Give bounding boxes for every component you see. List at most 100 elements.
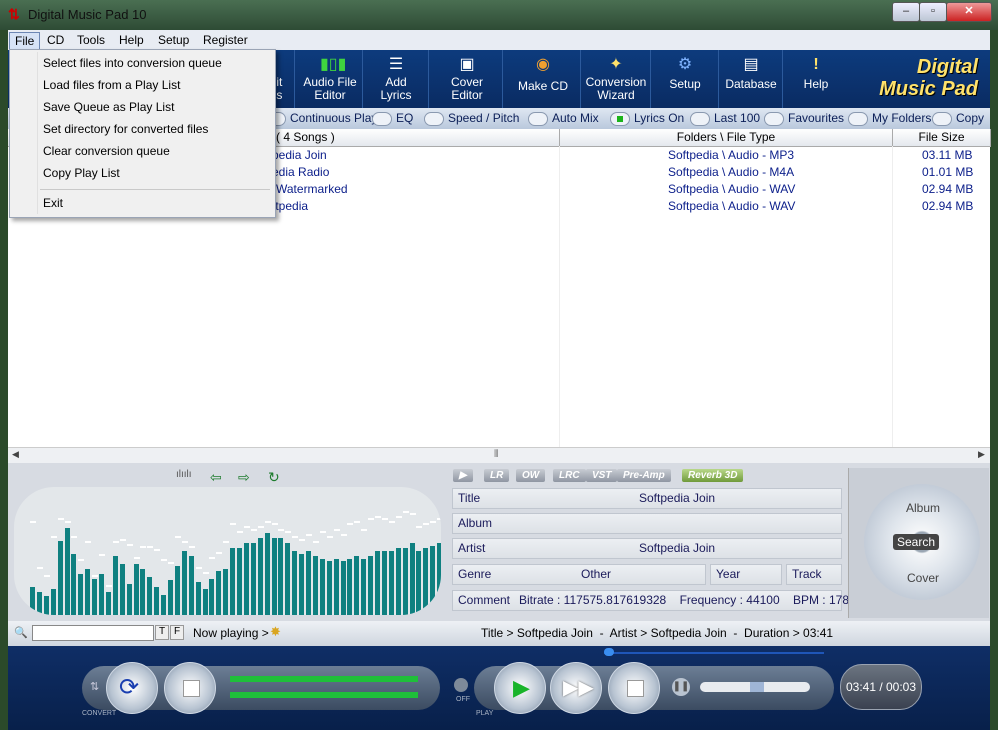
header-folders[interactable]: Folders \ File Type (560, 129, 893, 147)
option-my-folders[interactable]: My Folders (848, 111, 931, 126)
setup-button[interactable]: ⚙ Setup (652, 50, 719, 108)
scroll-right-icon[interactable]: ▶ (978, 449, 985, 460)
cd-search-button[interactable]: Search (893, 534, 940, 550)
option-auto-mix[interactable]: Auto Mix (528, 111, 599, 126)
scroll-thumb-icon[interactable]: ⦀ (494, 449, 498, 460)
volume-thumb-icon[interactable] (750, 682, 764, 692)
option-favourites[interactable]: Favourites (764, 111, 844, 126)
next-button[interactable]: ▶▶ (550, 662, 602, 714)
menu-file[interactable]: File (9, 32, 41, 50)
lr-button[interactable]: LR (484, 469, 510, 482)
convert-button[interactable]: ⟳ (106, 662, 158, 714)
menu-item-set-directory[interactable]: Set directory for converted files (43, 122, 208, 136)
menu-item-clear-queue[interactable]: Clear conversion queue (43, 144, 170, 158)
spectrum-peak (36, 567, 43, 569)
now-playing-label: Now playing > (193, 626, 269, 640)
play-label: PLAY (476, 710, 494, 717)
database-button[interactable]: ▤ Database (720, 50, 783, 108)
lrc-button[interactable]: LRC (553, 469, 586, 482)
star-icon[interactable]: ✸ (270, 624, 281, 640)
menu-item-exit[interactable]: Exit (43, 196, 63, 210)
arrow-right-icon[interactable]: ⇨ (238, 469, 250, 486)
arrow-left-icon[interactable]: ⇦ (210, 469, 222, 486)
spectrum-bar (78, 574, 84, 615)
ow-button[interactable]: OW (516, 469, 546, 482)
option-lyrics-on[interactable]: Lyrics On (610, 111, 684, 126)
spectrum-bar (278, 538, 284, 615)
spectrum-bar (126, 584, 132, 615)
track-field[interactable]: Track (786, 564, 842, 585)
option-copy[interactable]: Copy (932, 111, 984, 126)
spectrum-bar (154, 587, 160, 615)
volume-slider[interactable] (700, 682, 810, 692)
menu-item-select-files[interactable]: Select files into conversion queue (43, 56, 222, 70)
seek-thumb-icon[interactable] (604, 648, 614, 656)
option-continuous-play[interactable]: Continuous Play (266, 111, 377, 126)
horizontal-scrollbar[interactable]: ◀ ⦀ ▶ (8, 447, 990, 464)
genre-field[interactable]: Genre Other (452, 564, 706, 585)
spectrum-peak (147, 546, 154, 548)
play-small-button[interactable]: ▶ (453, 469, 473, 482)
menu-register[interactable]: Register (198, 32, 253, 48)
menu-item-save-queue[interactable]: Save Queue as Play List (43, 100, 174, 114)
scroll-left-icon[interactable]: ◀ (12, 449, 19, 460)
help-button[interactable]: ! Help (784, 50, 848, 108)
seek-bar[interactable] (604, 652, 824, 654)
year-field[interactable]: Year (710, 564, 782, 585)
pause-icon[interactable]: ❚❚ (672, 678, 690, 696)
option-speed-pitch[interactable]: Speed / Pitch (424, 111, 519, 126)
menu-setup[interactable]: Setup (153, 32, 194, 48)
cd-album-label[interactable]: Album (906, 501, 940, 515)
spectrum-peak (140, 546, 147, 548)
stop-icon (627, 680, 644, 697)
stop-button[interactable] (608, 662, 660, 714)
spectrum-peak (181, 541, 188, 543)
t-button[interactable]: T (155, 625, 169, 640)
sort-icon[interactable]: ⇅ (90, 680, 99, 693)
spectrum-bar (112, 556, 118, 615)
menu-help[interactable]: Help (114, 32, 149, 48)
spectrum-peak (326, 536, 333, 538)
spectrum-peak (354, 521, 361, 523)
menu-item-copy-playlist[interactable]: Copy Play List (43, 166, 120, 180)
menu-tools[interactable]: Tools (72, 32, 110, 48)
comment-field[interactable]: Comment Bitrate : 117575.817619328 Frequ… (452, 590, 866, 611)
spectrum-peak (264, 521, 271, 523)
cd-cover-label[interactable]: Cover (907, 571, 939, 585)
search-icon[interactable]: 🔍 (14, 626, 28, 639)
option-last-100[interactable]: Last 100 (690, 111, 760, 126)
album-field[interactable]: Album (452, 513, 842, 534)
spectrum-peak (161, 559, 168, 561)
spectrum-mode-icon[interactable]: ılıılı (176, 469, 192, 480)
reverb-3d-button[interactable]: Reverb 3D (682, 469, 744, 482)
spectrum-peak (92, 575, 99, 577)
search-input[interactable] (32, 625, 154, 641)
header-size[interactable]: File Size (893, 129, 991, 147)
menu-cd[interactable]: CD (42, 32, 69, 48)
minimize-button[interactable]: – (892, 2, 920, 22)
f-button[interactable]: F (170, 625, 184, 640)
artist-field[interactable]: Artist Softpedia Join (452, 538, 842, 559)
waveform-icon: ▮▯▮ (320, 56, 347, 73)
menu-item-load-playlist[interactable]: Load files from a Play List (43, 78, 180, 92)
spectrum-bar (299, 554, 305, 615)
spectrum-bar (430, 546, 436, 615)
add-lyrics-button[interactable]: ☰ Add Lyrics (364, 50, 429, 108)
power-icon[interactable] (454, 678, 468, 692)
audio-file-editor-button[interactable]: ▮▯▮ Audio File Editor (298, 50, 363, 108)
spectrum-peak (30, 521, 36, 523)
cover-icon: ▣ (459, 56, 475, 73)
conversion-wizard-button[interactable]: ✦ Conversion Wizard (582, 50, 651, 108)
cover-editor-button[interactable]: ▣ Cover Editor (432, 50, 503, 108)
title-field[interactable]: Title Softpedia Join (452, 488, 842, 509)
vst-button[interactable]: VST (586, 469, 618, 482)
make-cd-button[interactable]: ◉ Make CD (506, 50, 581, 108)
close-button[interactable]: ✕ (946, 2, 992, 22)
play-button[interactable]: ▶ (494, 662, 546, 714)
refresh-icon[interactable]: ↻ (268, 469, 280, 486)
maximize-button[interactable]: ▫ (919, 2, 947, 22)
stop-convert-button[interactable] (164, 662, 216, 714)
preamp-button[interactable]: Pre-Amp (617, 469, 671, 482)
option-eq[interactable]: EQ (372, 111, 413, 126)
title-bar: ⇅ Digital Music Pad 10 – ▫ ✕ (0, 0, 998, 30)
